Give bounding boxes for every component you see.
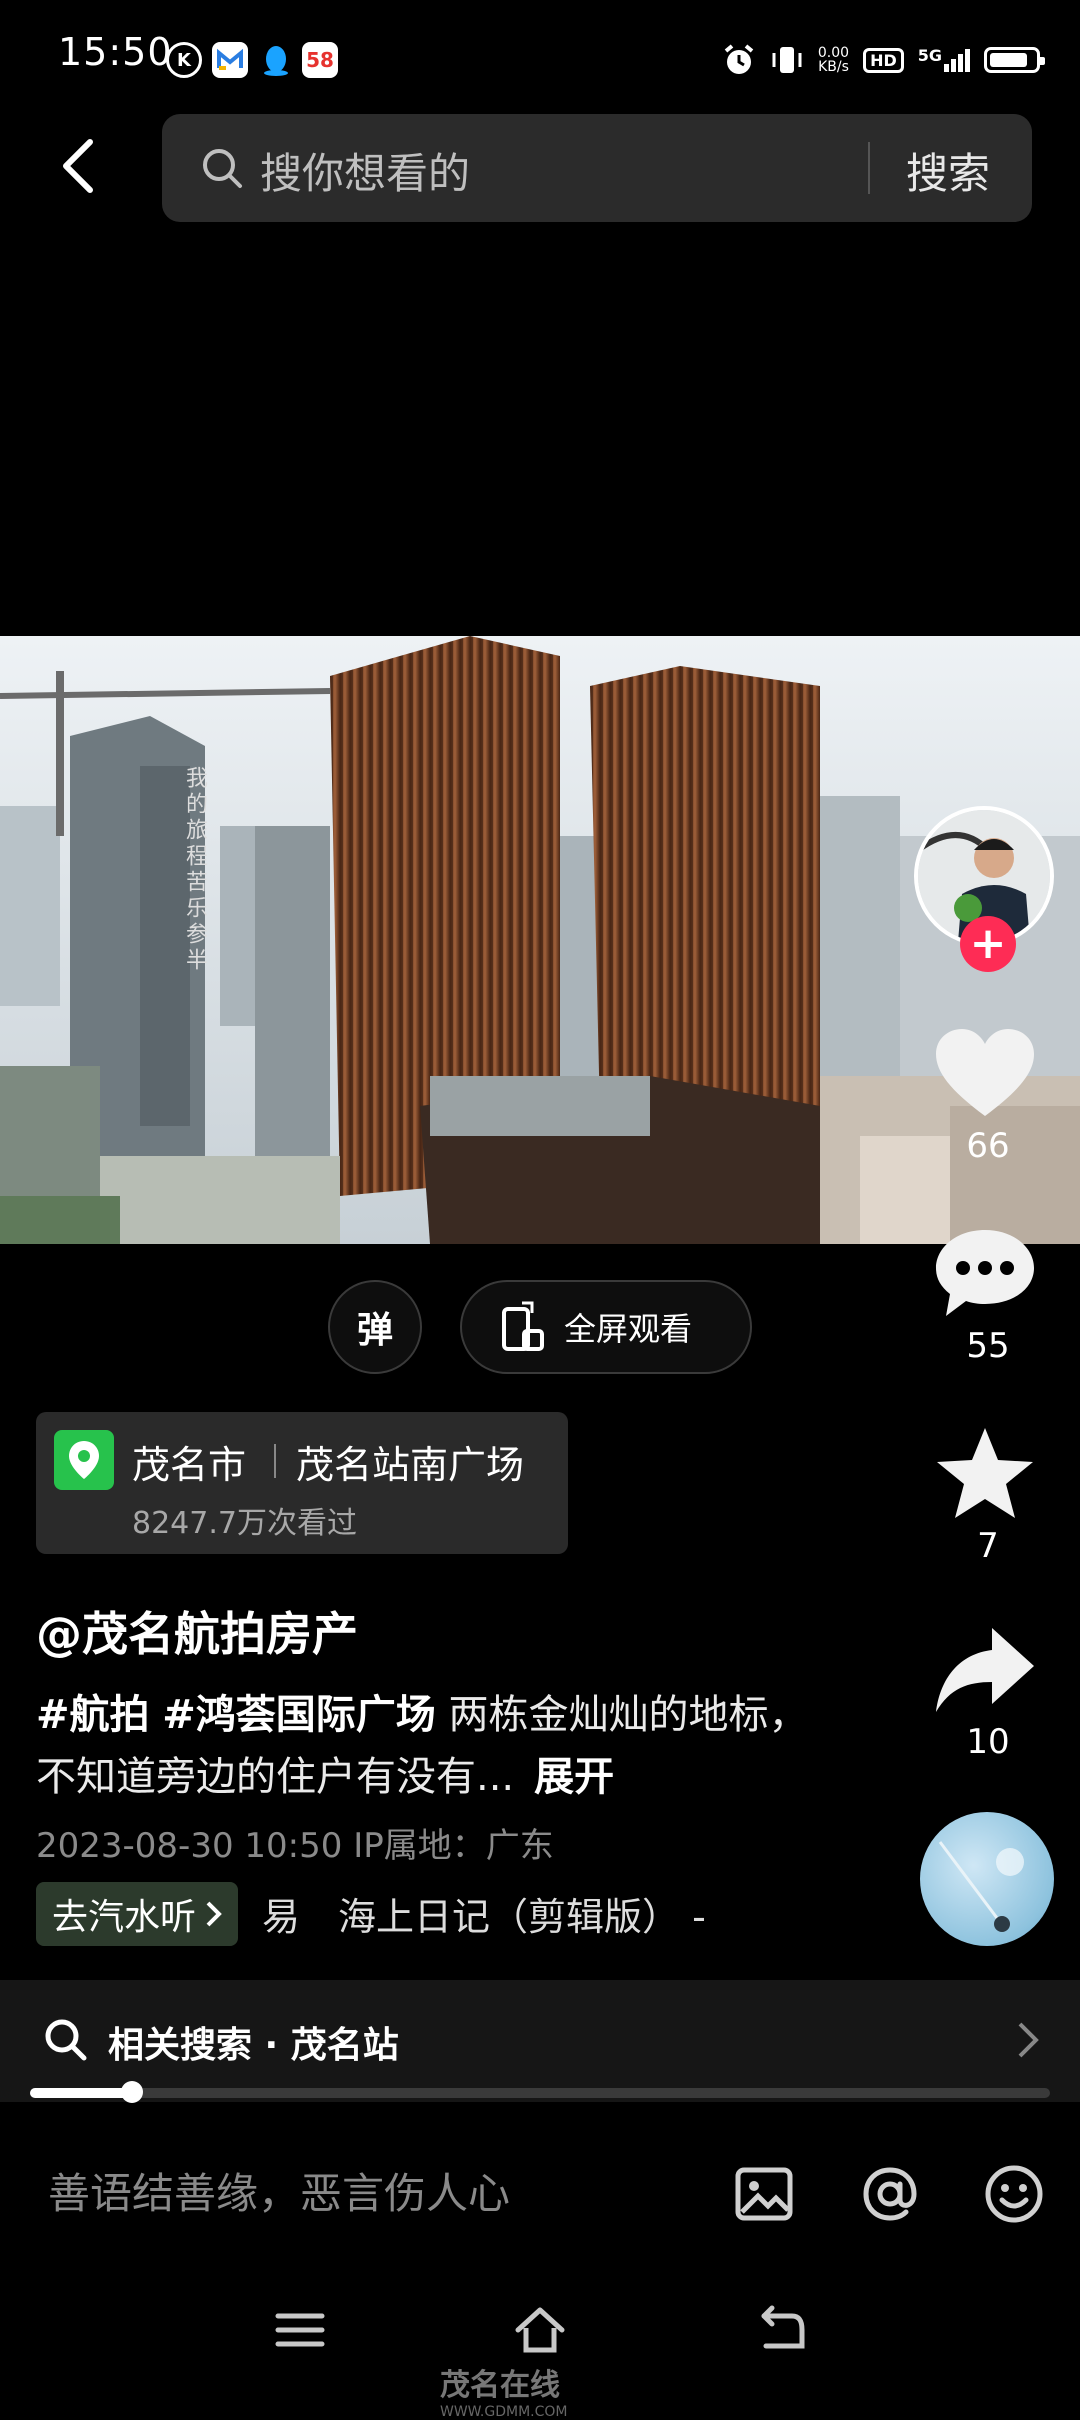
chevron-right-icon[interactable] — [1010, 2018, 1046, 2062]
net-speed-value: 0.00 — [817, 45, 850, 61]
vibrate-icon — [772, 47, 802, 73]
like-count: 66 — [966, 1126, 1010, 1166]
building-sign-text: 我的旅程苦乐参半 — [182, 766, 207, 974]
search-placeholder[interactable]: 搜你想看的 — [260, 140, 470, 201]
mention-at-icon[interactable] — [858, 2162, 922, 2226]
music-disc[interactable] — [920, 1812, 1054, 1946]
related-search-label[interactable]: 相关搜索 · 茂名站 — [108, 2016, 399, 2068]
rotate-screen-icon — [502, 1301, 544, 1351]
post-description: #航拍 #鸿荟国际广场 两栋金灿灿的地标，不知道旁边的住户有没有... 展开 — [36, 1684, 836, 1808]
video-frame-image — [0, 636, 1080, 1244]
danmu-toggle-button[interactable]: 弹 — [328, 1280, 422, 1374]
58-app-label: 58 — [306, 48, 334, 72]
hashtag-aerial[interactable]: #航拍 — [36, 1692, 150, 1738]
search-button[interactable]: 搜索 — [906, 140, 990, 201]
fullscreen-button[interactable]: 全屏观看 — [460, 1280, 752, 1374]
expand-link[interactable]: 展开 — [534, 1754, 614, 1800]
location-separator — [274, 1444, 276, 1478]
star-favorite-icon[interactable] — [930, 1424, 1040, 1524]
location-city: 茂名市 — [132, 1443, 247, 1487]
chevron-right-icon — [206, 1901, 222, 1927]
heart-icon[interactable] — [930, 1024, 1040, 1124]
music-tag-label: 去汽水听 — [52, 1897, 197, 1938]
comment-count: 55 — [966, 1326, 1010, 1366]
watermark-text: 茂名在线 — [440, 2368, 560, 2403]
58-app-icon: 58 — [302, 42, 338, 78]
follow-plus-button[interactable]: + — [960, 916, 1016, 972]
post-date-ip: 2023-08-30 10:50 IP属地：广东 — [36, 1826, 554, 1866]
video-player[interactable]: 我的旅程苦乐参半 — [0, 636, 1080, 1244]
fullscreen-label: 全屏观看 — [564, 1310, 693, 1348]
location-place: 茂名站南广场 — [296, 1443, 525, 1487]
back-nav-icon[interactable] — [752, 2302, 808, 2358]
status-time: 15:50 — [58, 30, 173, 74]
related-search-icon — [45, 2019, 87, 2061]
menu-icon[interactable] — [272, 2302, 328, 2358]
emoji-icon[interactable] — [982, 2162, 1046, 2226]
signal-5g-icon: 5G — [917, 45, 970, 72]
share-arrow-icon[interactable] — [930, 1622, 1040, 1722]
search-icon — [203, 149, 242, 188]
net-speed: 0.00 KB/s — [818, 46, 849, 74]
progress-track[interactable] — [30, 2088, 1050, 2098]
mail-app-icon — [212, 42, 248, 78]
back-arrow-icon[interactable] — [52, 136, 112, 196]
author-name[interactable]: @茂名航拍房产 — [36, 1598, 358, 1664]
home-icon[interactable] — [512, 2302, 568, 2358]
danmu-label: 弹 — [356, 1310, 393, 1351]
network-label: 5G — [917, 45, 942, 65]
alarm-icon — [724, 44, 754, 74]
music-open-button[interactable]: 去汽水听 — [36, 1882, 239, 1946]
watermark: 茂名在线 WWW.GDMM.COM — [440, 2360, 567, 2420]
share-count: 10 — [966, 1722, 1010, 1762]
music-track[interactable]: 易 海上日记（剪辑版） - — [262, 1886, 706, 1941]
comment-input[interactable]: 善语结善缘，恶言伤人心 — [48, 2160, 510, 2221]
progress-fill — [30, 2088, 132, 2098]
comment-bubble-icon[interactable] — [930, 1224, 1040, 1324]
battery-icon — [984, 47, 1045, 73]
image-picker-icon[interactable] — [732, 2162, 796, 2226]
favorite-count: 7 — [977, 1526, 999, 1566]
net-speed-unit: KB/s — [818, 59, 849, 75]
search-divider — [868, 142, 870, 194]
progress-knob[interactable] — [121, 2081, 143, 2103]
battery-fill — [990, 53, 1027, 67]
k-circle-icon: K — [166, 42, 202, 78]
qq-penguin-icon — [258, 42, 294, 78]
watermark-url: WWW.GDMM.COM — [440, 2404, 568, 2420]
location-views: 8247.7万次看过 — [132, 1506, 357, 1541]
hd-badge: HD — [863, 47, 904, 73]
location-pin-icon — [54, 1430, 114, 1490]
status-right-group: 0.00 KB/s HD 5G — [722, 38, 1045, 82]
hashtag-plaza[interactable]: #鸿荟国际广场 — [162, 1692, 436, 1738]
